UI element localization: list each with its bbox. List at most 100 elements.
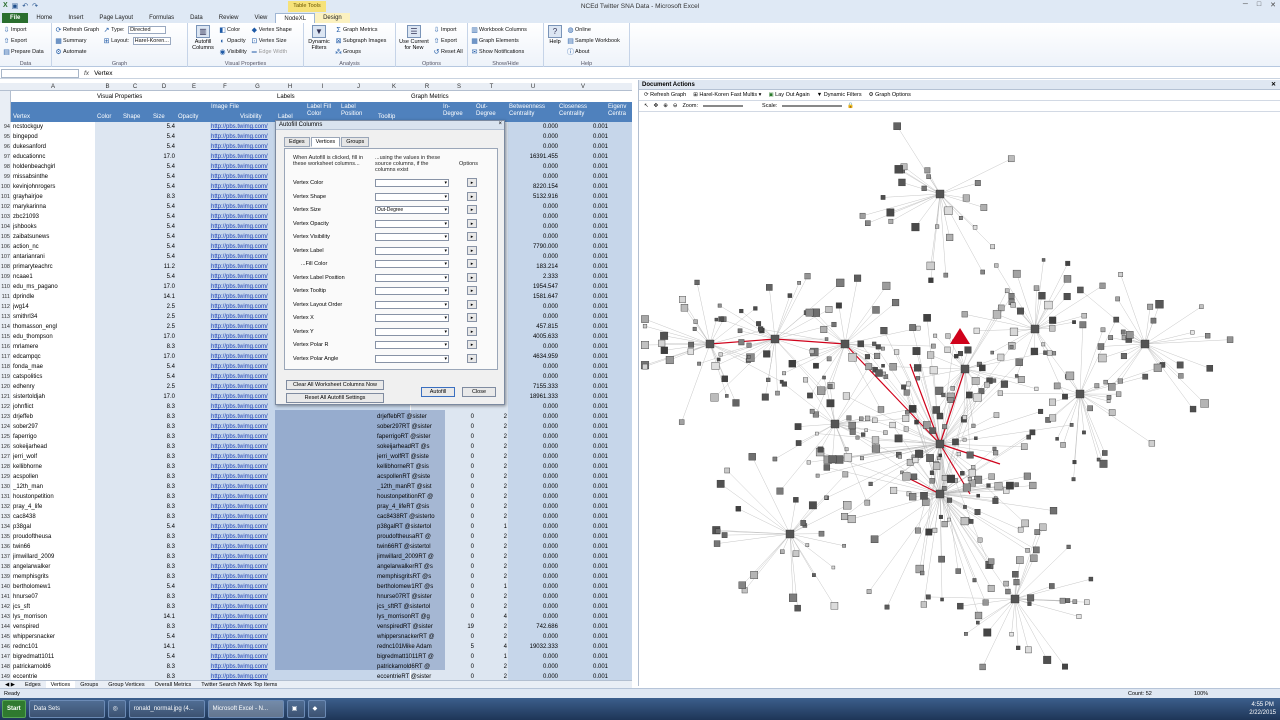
- cell-out-degree[interactable]: 2: [477, 672, 507, 680]
- cell-in-degree[interactable]: 0: [444, 672, 474, 680]
- row-number[interactable]: 107: [0, 252, 11, 262]
- cell-out-degree[interactable]: 2: [477, 512, 507, 522]
- cell-image-file[interactable]: http://pbs.twimg.com/: [211, 442, 275, 452]
- cell-image-file[interactable]: http://pbs.twimg.com/: [211, 172, 275, 182]
- graph-options-button[interactable]: ⚙ Graph Options: [869, 90, 911, 100]
- row-number[interactable]: 126: [0, 442, 11, 452]
- cell-betweenness[interactable]: 0.000: [510, 442, 558, 452]
- tab-groups[interactable]: Groups: [341, 137, 370, 147]
- cell-image-file[interactable]: http://pbs.twimg.com/: [211, 542, 275, 552]
- cell-vertex[interactable]: smithrl34: [13, 312, 93, 322]
- cell-size[interactable]: 8.3: [150, 602, 175, 612]
- zoom-in-icon[interactable]: ⊕: [663, 101, 668, 112]
- cell-betweenness[interactable]: 0.000: [510, 542, 558, 552]
- header-closeness[interactable]: Closeness Centrality: [559, 104, 605, 118]
- cell-out-degree[interactable]: 2: [477, 572, 507, 582]
- options-export-button[interactable]: ⇧ Export: [433, 36, 463, 46]
- summary-button[interactable]: ▦ Summary: [55, 36, 99, 46]
- cell-image-file[interactable]: http://pbs.twimg.com/: [211, 292, 275, 302]
- cell-closeness[interactable]: 0.001: [560, 132, 608, 142]
- row-number[interactable]: 115: [0, 332, 11, 342]
- cell-closeness[interactable]: 0.001: [560, 212, 608, 222]
- cell-closeness[interactable]: 0.001: [560, 182, 608, 192]
- cell-in-degree[interactable]: 0: [444, 452, 474, 462]
- cell-image-file[interactable]: http://pbs.twimg.com/: [211, 602, 275, 612]
- cell-image-file[interactable]: http://pbs.twimg.com/: [211, 662, 275, 672]
- row-number[interactable]: 102: [0, 202, 11, 212]
- cell-closeness[interactable]: 0.001: [560, 172, 608, 182]
- row-number[interactable]: 112: [0, 302, 11, 312]
- cell-vertex[interactable]: edcampqc: [13, 352, 93, 362]
- cell-size[interactable]: 17.0: [150, 332, 175, 342]
- row-number[interactable]: 101: [0, 192, 11, 202]
- cell-betweenness[interactable]: 0.000: [510, 212, 558, 222]
- col-header[interactable]: U: [508, 83, 558, 91]
- cell-vertex[interactable]: thomasson_engl: [13, 322, 93, 332]
- cell-image-file[interactable]: http://pbs.twimg.com/: [211, 612, 275, 622]
- cell-size[interactable]: 8.3: [150, 462, 175, 472]
- cell-size[interactable]: 5.4: [150, 632, 175, 642]
- zoom-out-icon[interactable]: ⊖: [673, 101, 678, 112]
- cell-in-degree[interactable]: 0: [444, 482, 474, 492]
- cell-vertex[interactable]: patrickarnold6: [13, 662, 93, 672]
- cell-closeness[interactable]: 0.001: [560, 452, 608, 462]
- col-header[interactable]: K: [377, 83, 411, 91]
- cell-label[interactable]: rednc101Mike Adam: [377, 642, 443, 652]
- undo-icon[interactable]: ↶: [22, 2, 28, 10]
- cell-betweenness[interactable]: 0.000: [510, 472, 558, 482]
- cell-size[interactable]: 5.4: [150, 582, 175, 592]
- cell-closeness[interactable]: 0.001: [560, 292, 608, 302]
- export-button[interactable]: ⇧ Export: [3, 36, 44, 46]
- cell-closeness[interactable]: 0.001: [560, 242, 608, 252]
- header-image-file[interactable]: Image File: [211, 104, 239, 111]
- show-notifications-button[interactable]: ✉ Show Notifications: [471, 47, 527, 57]
- cell-vertex[interactable]: jimwillard_2009: [13, 552, 93, 562]
- prepare-data-button[interactable]: ▤ Prepare Data: [3, 47, 44, 57]
- cell-in-degree[interactable]: 0: [444, 552, 474, 562]
- row-number[interactable]: 99: [0, 172, 11, 182]
- col-header[interactable]: E: [178, 83, 210, 91]
- options-button[interactable]: ▸: [467, 205, 477, 214]
- cell-in-degree[interactable]: 0: [444, 602, 474, 612]
- options-button[interactable]: ▸: [467, 245, 477, 255]
- close-button[interactable]: Close: [462, 387, 496, 397]
- source-column-select[interactable]: Out-Degree: [375, 206, 449, 214]
- header-in-degree[interactable]: In-Degree: [443, 104, 467, 118]
- sheet-tab-groups[interactable]: Groups: [75, 681, 103, 688]
- cell-vertex[interactable]: venspired: [13, 622, 93, 632]
- import-button[interactable]: ⇩ Import: [3, 25, 44, 35]
- cell-image-file[interactable]: http://pbs.twimg.com/: [211, 652, 275, 662]
- cell-vertex[interactable]: educationnc: [13, 152, 93, 162]
- cell-label[interactable]: angelarwalkerRT @s: [377, 562, 443, 572]
- autofill-button[interactable]: Autofill: [421, 387, 455, 397]
- cell-closeness[interactable]: 0.001: [560, 622, 608, 632]
- cell-out-degree[interactable]: 2: [477, 562, 507, 572]
- cell-closeness[interactable]: 0.001: [560, 312, 608, 322]
- cell-image-file[interactable]: http://pbs.twimg.com/: [211, 472, 275, 482]
- cell-label[interactable]: eccentrieRT @sister: [377, 672, 443, 680]
- source-column-select[interactable]: [375, 314, 449, 322]
- cell-closeness[interactable]: 0.001: [560, 122, 608, 132]
- cell-betweenness[interactable]: 2.333: [510, 272, 558, 282]
- sheet-tab-twitter[interactable]: Twitter Search Ntwrk Top Items: [196, 681, 282, 688]
- cell-size[interactable]: 8.3: [150, 442, 175, 452]
- cell-betweenness[interactable]: 0.000: [510, 532, 558, 542]
- row-number[interactable]: 121: [0, 392, 11, 402]
- cell-size[interactable]: 8.3: [150, 402, 175, 412]
- cell-out-degree[interactable]: 2: [477, 602, 507, 612]
- cell-vertex[interactable]: missabsinthe: [13, 172, 93, 182]
- cell-image-file[interactable]: http://pbs.twimg.com/: [211, 242, 275, 252]
- cell-out-degree[interactable]: 2: [477, 532, 507, 542]
- cell-vertex[interactable]: memphisgrits: [13, 572, 93, 582]
- cell-vertex[interactable]: houstonpetition: [13, 492, 93, 502]
- cell-label[interactable]: hnurse07RT @sister: [377, 592, 443, 602]
- cell-closeness[interactable]: 0.001: [560, 302, 608, 312]
- cell-size[interactable]: 5.4: [150, 232, 175, 242]
- header-size[interactable]: Size: [153, 114, 165, 121]
- cell-closeness[interactable]: 0.001: [560, 152, 608, 162]
- cell-betweenness[interactable]: 0.000: [510, 592, 558, 602]
- row-number[interactable]: 127: [0, 452, 11, 462]
- cell-vertex[interactable]: jwg14: [13, 302, 93, 312]
- row-number[interactable]: 135: [0, 532, 11, 542]
- cell-closeness[interactable]: 0.001: [560, 592, 608, 602]
